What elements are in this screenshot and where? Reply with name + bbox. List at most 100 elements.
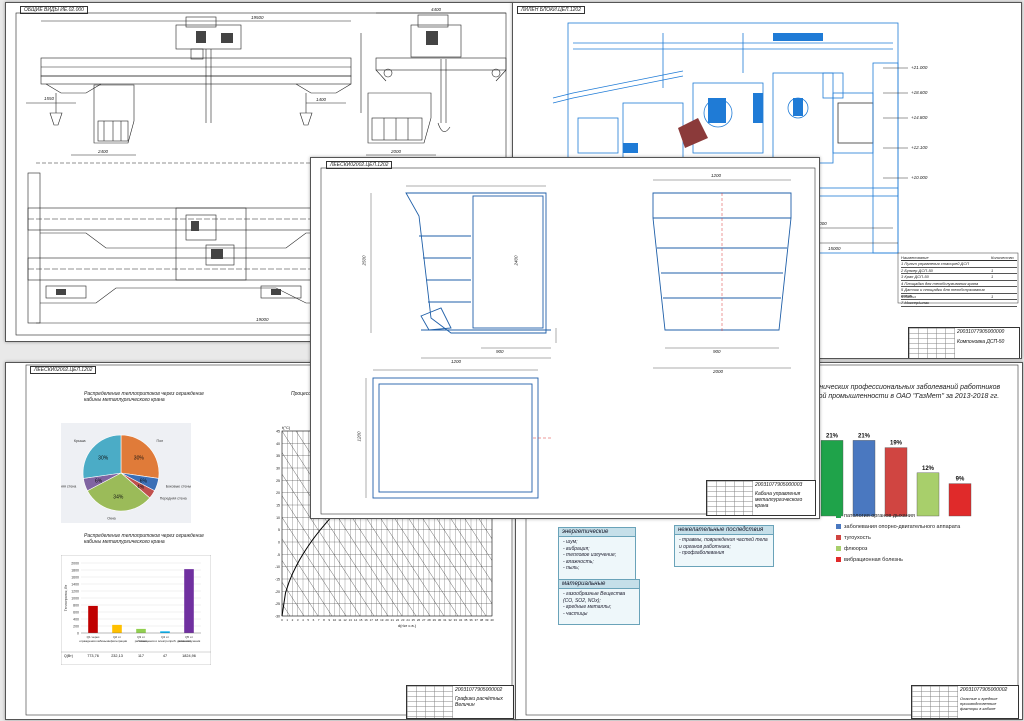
spec-row-qty: 1 [991,293,994,299]
factor-box-energy: энергетические - шум; - вибрация; - теплов… [558,527,636,581]
title-block-right: 20031077905000002 Опасные и вредные прои… [911,685,1019,719]
x-tick-label: 21 [391,618,395,622]
y-tick-label: -30 [275,615,280,619]
spec-header-qty: Количество [991,255,1014,260]
x-category-label-2: инфильтрации [107,639,128,643]
pie-category-label: Пол [157,439,164,443]
disease-pct-label: 21% [826,433,839,439]
x-tick-label: 26 [417,618,421,622]
box-items: - газообразные Вещества (CO, SO2, NOx); -… [559,589,639,619]
spec-header-name: Наименование [901,255,929,260]
pie-pct-label: 30% [98,456,109,462]
dim-front-bottom: 2000 [713,369,724,374]
y-tick-label: 15 [276,504,280,508]
x-tick-label: 22 [396,618,400,622]
stamp-code: 20031077905000002 [960,687,1008,693]
pie-pct-label: 30% [134,456,145,462]
y-tick-label: 30 [276,467,280,471]
disease-title-line2: еской промышленности в ОАО "ГазМет" за 2… [808,393,1000,400]
legend-item: флюороз [836,546,867,552]
legend-label: флюороз [844,546,868,552]
x-tick-label: 0 [281,618,283,622]
table-legend: Q(Вт) [64,654,73,658]
bar-title: Распределение теплопритоков через огражд… [84,533,204,545]
x-tick-label: 15 [359,618,363,622]
dim-right-offset: 1400 [316,97,327,102]
disease-bar [884,447,908,517]
title-block-cabin: 20031077905000003 Кабина управления мета… [706,480,816,516]
x-tick-label: 8 [323,618,325,622]
legend-item: заболевания опорно-двигательного аппарат… [836,524,960,530]
stamp-code: 20031077905000003 [755,482,803,488]
x-tick-label: 37 [475,618,479,622]
legend-label: патология органов дыхания [844,513,915,519]
x-tick-label: 6 [313,618,315,622]
stamp-title: Опасные и вредные производственные факто… [960,696,998,711]
y-axis-label: t(°C) [282,425,291,430]
spec-row-qty [991,300,1017,306]
x-tick-label: 31 [443,618,447,622]
y-tick-label: 1600 [71,576,79,580]
dim-side-height: 2500 [361,255,367,266]
x-tick-label: 30 [438,618,442,622]
spec-row-name: 6 Бадьи [901,293,916,299]
x-tick-label: 5 [307,618,309,622]
legend-item: патология органов дыхания [836,513,915,519]
stamp-title: Компоновка ДСП-50 [957,339,1005,345]
stamp-code: 20031077905000002 [455,687,503,693]
sheet-cabin[interactable]: ЛЕЕСКИ02002.ЦЕЛ.1202 2500 2400 1200 900 … [310,157,820,519]
x-tick-label: 34 [459,618,463,622]
legend-item: тугоухость [836,535,871,541]
x-tick-label: 23 [401,618,405,622]
y-tick-label: 0 [77,632,79,636]
dim-front-inner: 900 [713,349,721,354]
legend-label: тугоухость [844,535,871,541]
x-tick-label: 1 [286,618,288,622]
legend-swatch [836,557,841,563]
pie-category-label: Крыша [74,439,86,443]
legend-swatch [836,513,841,519]
dim-side-cabin: 2000 [391,149,402,154]
y-tick-label: 20 [276,491,280,495]
dim-side-bottom: 1200 [451,359,462,364]
spec-row-name: 5 Датчик и площадки для техобслуживания … [901,287,985,298]
spec-table: Наименование Количество 1 Пульт управлен… [901,255,1017,307]
pie-chart: 30%Пол6%Боковые стены4%Передняя стена34%… [61,423,191,523]
bar [184,569,194,633]
x-tick-label: 3 [297,618,299,622]
stamp-code: 20031077905000000 [957,329,1005,335]
bar [136,628,146,633]
y-axis-label: Теплоприток, Вт [64,584,68,611]
disease-pct-label: 19% [890,441,903,447]
x-tick-label: 32 [448,618,452,622]
x-tick-label: 24 [406,618,410,622]
stamp-title: Кабина управления металлургического кран… [755,491,803,509]
legend-label: вибрационная болезнь [844,557,903,563]
x-tick-label: 9 [328,618,330,622]
y-tick-label: 1200 [71,590,79,594]
legend-label: заболевания опорно-двигательного аппарат… [844,524,961,530]
y-tick-label: -5 [277,553,280,557]
x-tick-label: 40 [490,618,494,622]
title-block-charts: 20031077905000002 Графики расчётных Вели… [406,685,514,719]
spec-row-qty [991,281,1017,287]
spec-row-name: 4 Площадка для техобслуживания крана [901,280,979,286]
legend-item: вибрационная болезнь [836,557,903,563]
x-tick-label: 20 [385,618,389,622]
spec-row-qty [991,287,1017,293]
dim-window-height: 2400 [513,255,519,266]
pie-pct-label: 6% [95,478,103,484]
elevation-mark-3: +14.800 [911,115,928,120]
x-tick-label: 39 [485,618,489,622]
x-tick-label: 35 [464,618,468,622]
disease-bar-chart: 21% 21% 19% 12% 9% [820,433,972,517]
y-tick-label: 1400 [71,583,79,587]
x-tick-label: 14 [354,618,358,622]
table-value: 47 [163,654,167,658]
spec-row-name: 7 Миксер/шлак [901,300,929,305]
enthalpy-line [268,431,276,616]
table-value: 1824,96 [182,654,196,658]
box-title: энергетические [559,528,635,537]
disease-title-line1: хронических профессиональных заболеваний… [808,384,1001,391]
y-tick-label: 600 [73,611,79,615]
